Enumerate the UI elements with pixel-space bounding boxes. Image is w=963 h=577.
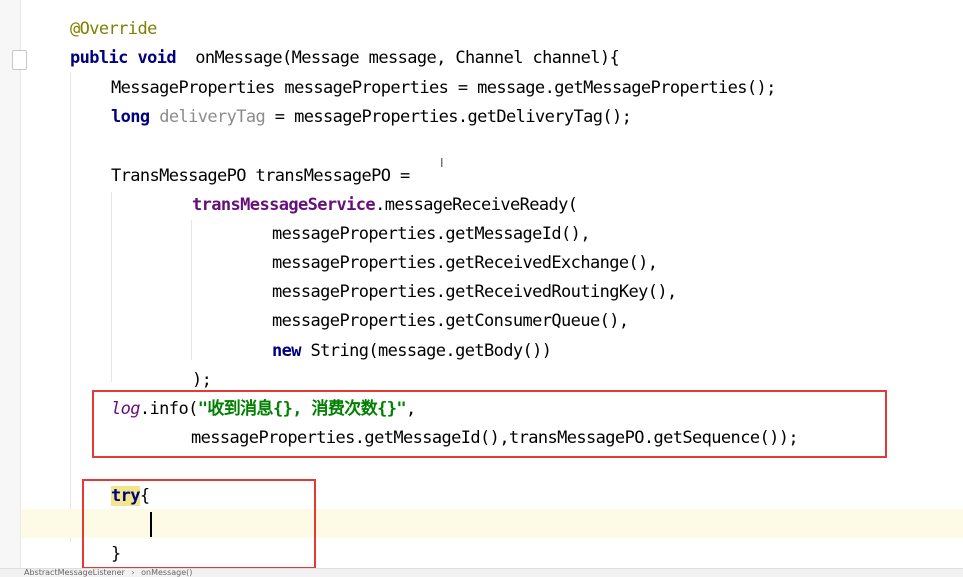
- argument-text: messageProperties.getReceivedExchange(),: [272, 253, 658, 273]
- argument-text: messageProperties.getReceivedRoutingKey(…: [272, 282, 677, 302]
- code-line-message-properties[interactable]: MessageProperties messageProperties = me…: [111, 75, 776, 101]
- code-line-service-call[interactable]: transMessageService.messageReceiveReady(: [192, 192, 578, 218]
- mouse-ibeam-cursor-icon: I: [440, 156, 444, 170]
- statement-text: = messageProperties.getDeliveryTag();: [265, 107, 632, 127]
- argument-text: String(message.getBody()): [300, 341, 552, 361]
- method-call: .messageReceiveReady(: [375, 195, 578, 215]
- highlight-box-log: [92, 390, 887, 458]
- indent-guide: [111, 192, 112, 382]
- code-line-arg[interactable]: new String(message.getBody()): [272, 338, 552, 364]
- code-line-arg[interactable]: messageProperties.getReceivedRoutingKey(…: [272, 279, 677, 305]
- indent-guide: [70, 72, 71, 542]
- code-line-arg[interactable]: messageProperties.getConsumerQueue(),: [272, 308, 629, 334]
- fold-icon[interactable]: [12, 50, 27, 70]
- statement-text: MessageProperties messageProperties = me…: [111, 78, 776, 98]
- code-line-arg[interactable]: messageProperties.getReceivedExchange(),: [272, 250, 658, 276]
- editor-gutter: [0, 0, 21, 576]
- keyword-long: long: [111, 107, 150, 127]
- statement-text: TransMessagePO transMessagePO =: [111, 166, 410, 186]
- code-line-arg[interactable]: messageProperties.getMessageId(),: [272, 221, 591, 247]
- annotation-override: @Override: [70, 19, 157, 39]
- unused-variable: deliveryTag: [159, 107, 266, 127]
- code-line-annotation[interactable]: @Override: [70, 16, 157, 42]
- keyword-new: new: [272, 341, 302, 361]
- code-line-trans-message-po[interactable]: TransMessagePO transMessagePO =: [111, 163, 410, 189]
- indent-guide: [191, 220, 192, 360]
- statement-text: );: [192, 370, 212, 390]
- code-line-method-signature[interactable]: public void onMessage(Message message, C…: [70, 45, 620, 71]
- argument-text: messageProperties.getMessageId(),: [272, 224, 591, 244]
- argument-text: messageProperties.getConsumerQueue(),: [272, 311, 629, 331]
- highlight-box-try: [82, 479, 316, 569]
- method-signature: onMessage(Message message, Channel chann…: [175, 48, 620, 68]
- code-line-delivery-tag[interactable]: long deliveryTag = messageProperties.get…: [111, 104, 632, 130]
- field-trans-message-service: transMessageService: [192, 195, 376, 215]
- keyword-public-void: public void: [70, 48, 177, 68]
